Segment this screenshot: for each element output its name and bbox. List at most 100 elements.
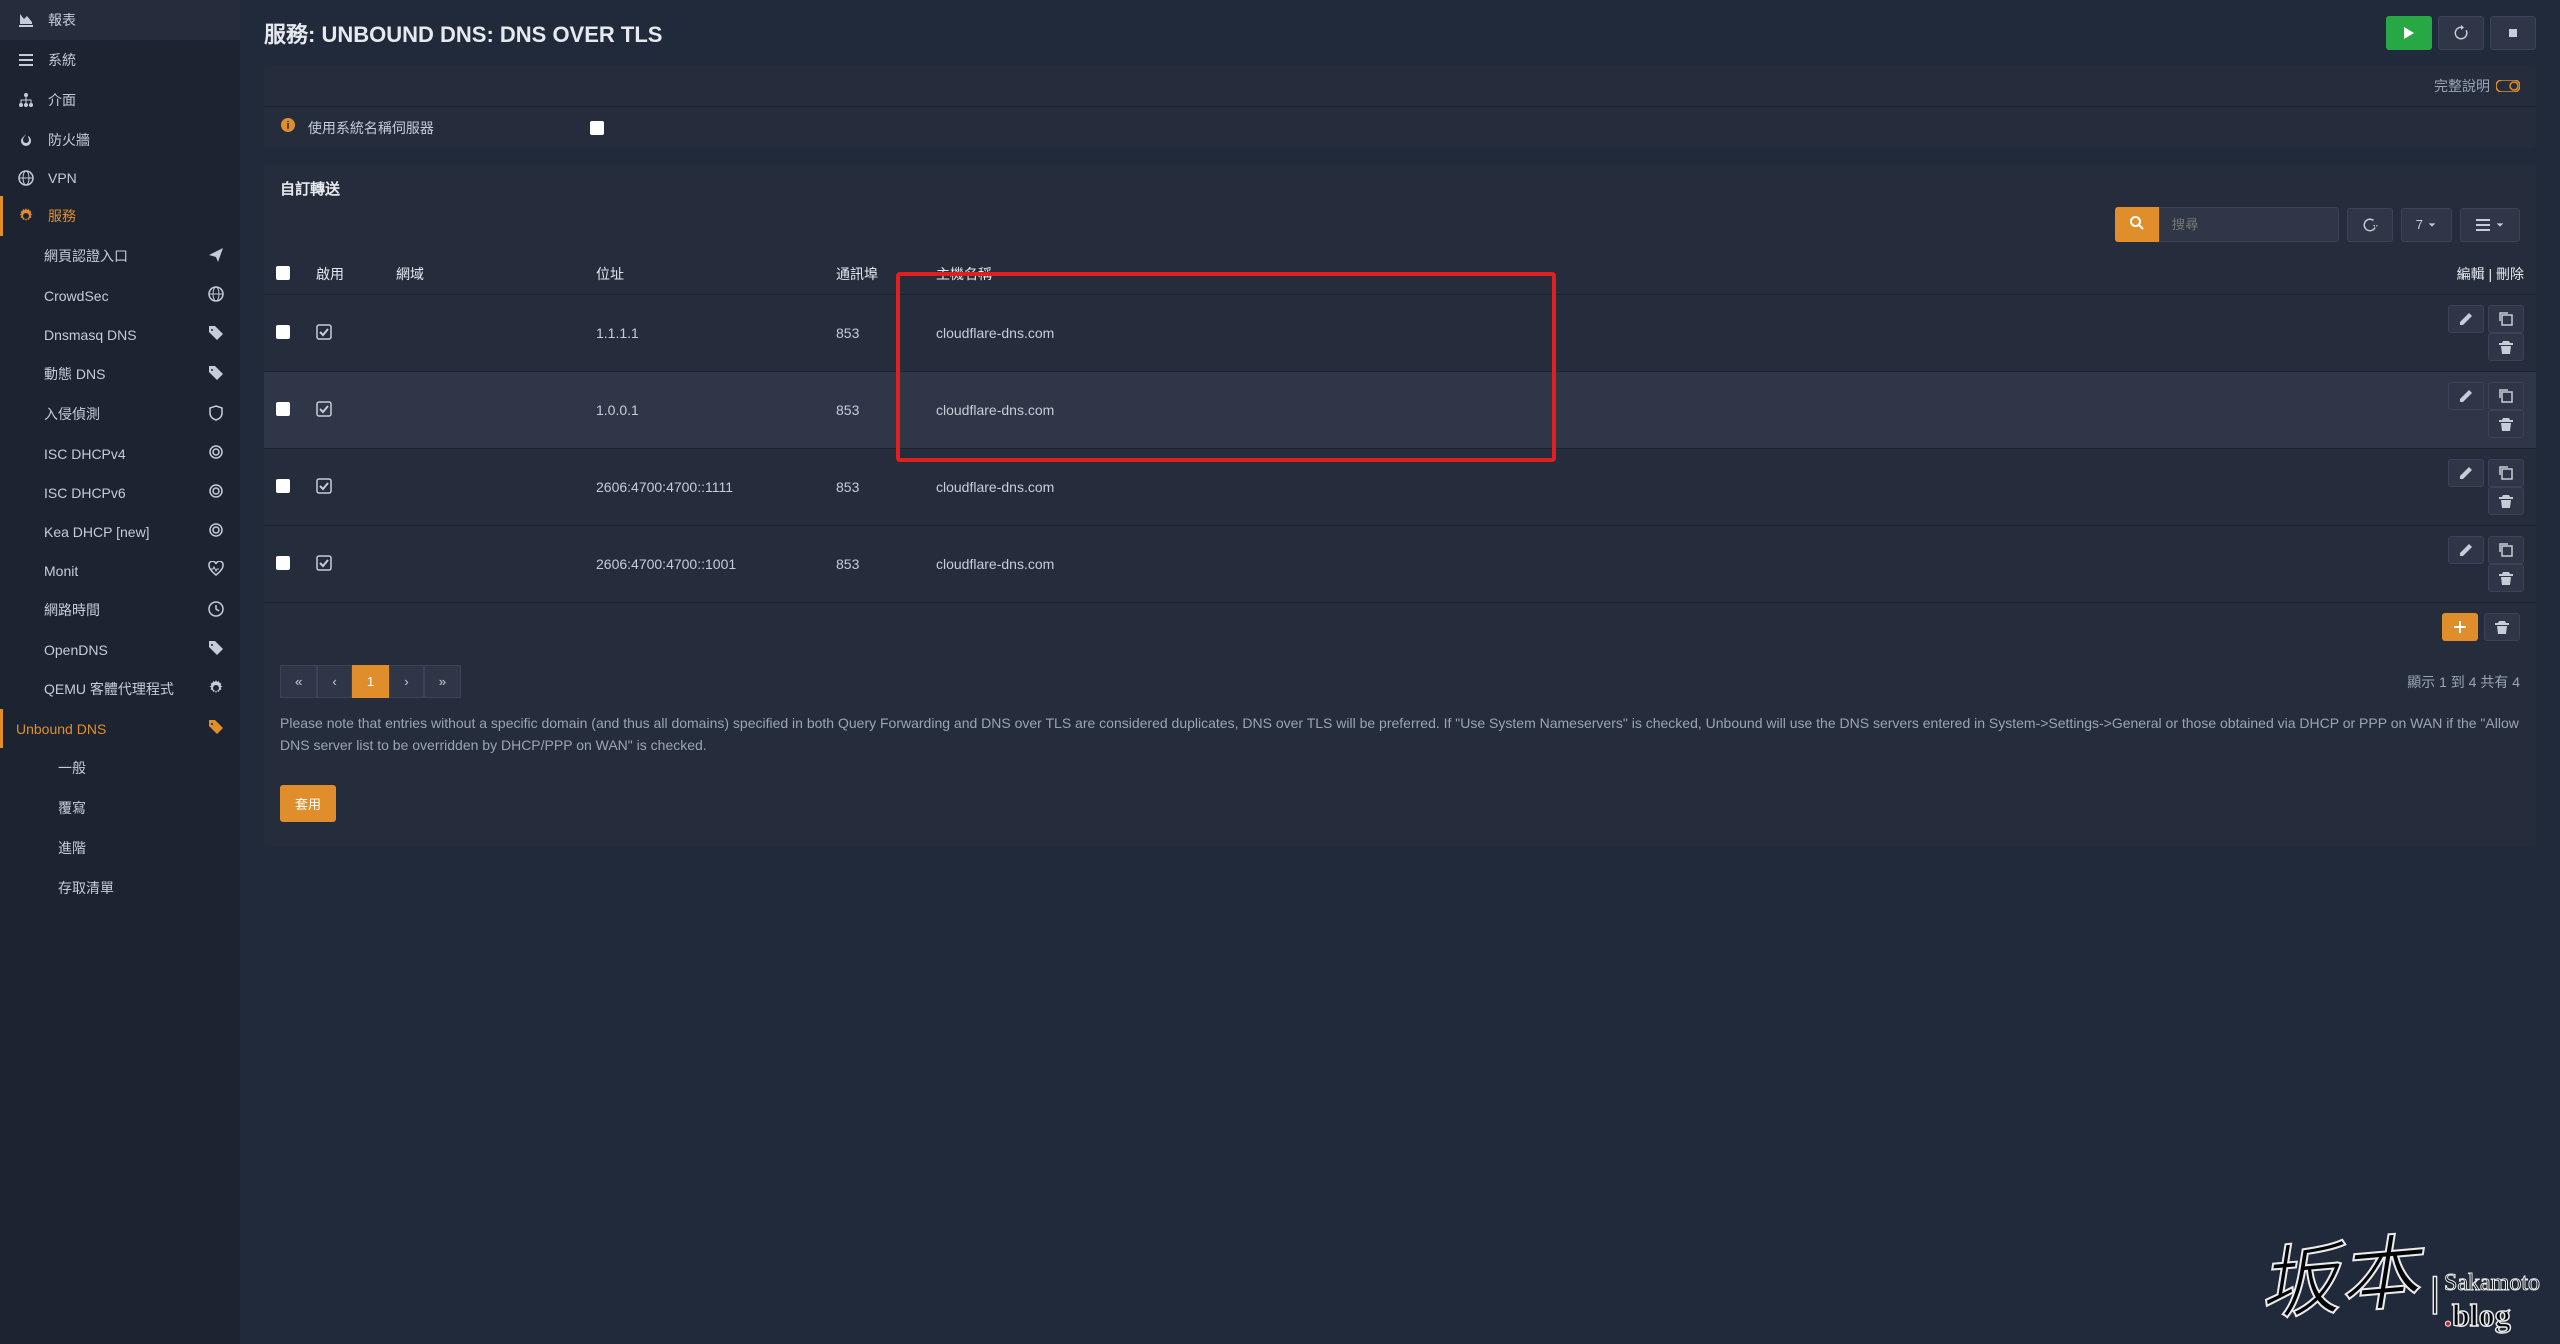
sidebar-sub-1[interactable]: CrowdSec [0, 276, 240, 315]
send-icon [208, 247, 224, 266]
sidebar-item-4[interactable]: VPN [0, 160, 240, 196]
sidebar-subsub-0[interactable]: 一般 [0, 748, 240, 788]
restart-button[interactable] [2438, 16, 2484, 50]
select-all-checkbox[interactable] [276, 266, 290, 280]
refresh-button[interactable] [2347, 208, 2393, 242]
chart-icon [16, 12, 36, 28]
forwarding-table: 啟用 網域 位址 通訊埠 主機名稱 編輯 | 刪除 1.1.1.1 853 cl… [264, 254, 2536, 603]
sidebar-item-1[interactable]: 系統 [0, 40, 240, 80]
th-port[interactable]: 通訊埠 [824, 254, 924, 295]
sidebar-item-0[interactable]: 報表 [0, 0, 240, 40]
sidebar-sub-10[interactable]: OpenDNS [0, 630, 240, 669]
table-row[interactable]: 2606:4700:4700::1001 853 cloudflare-dns.… [264, 526, 2536, 603]
clone-button[interactable] [2488, 536, 2524, 564]
page-first[interactable]: « [280, 665, 317, 698]
th-hostname[interactable]: 主機名稱 [924, 254, 2416, 295]
page-next[interactable]: › [389, 665, 423, 698]
check-icon [316, 558, 332, 574]
delete-button[interactable] [2488, 410, 2524, 438]
help-link[interactable]: 完整說明 [2434, 76, 2520, 96]
search-input[interactable] [2159, 207, 2339, 242]
row-checkbox[interactable] [276, 402, 290, 416]
clock-icon [208, 601, 224, 620]
info-icon[interactable]: i [280, 120, 296, 136]
main-content: 服務: UNBOUND DNS: DNS OVER TLS 完整說明 i 使用系… [240, 0, 2560, 1344]
layers-icon [16, 52, 36, 68]
search-button[interactable] [2115, 207, 2159, 242]
page-info: 顯示 1 到 4 共有 4 [2407, 672, 2520, 692]
gear-icon [16, 208, 36, 224]
delete-button[interactable] [2488, 333, 2524, 361]
table-row[interactable]: 1.1.1.1 853 cloudflare-dns.com [264, 295, 2536, 372]
sidebar-sub-12[interactable]: Unbound DNS [0, 709, 240, 748]
sidebar-sub-8[interactable]: Monit [0, 551, 240, 590]
edit-button[interactable] [2448, 536, 2484, 564]
sidebar-subsub-1[interactable]: 覆寫 [0, 788, 240, 828]
sidebar: 報表系統介面防火牆VPN服務 網頁認證入口CrowdSecDnsmasq DNS… [0, 0, 240, 1344]
sidebar-sub-4[interactable]: 入侵偵測 [0, 394, 240, 434]
globe-icon [16, 170, 36, 186]
sidebar-sub-9[interactable]: 網路時間 [0, 590, 240, 630]
sidebar-sub-11[interactable]: QEMU 客體代理程式 [0, 669, 240, 709]
shield-icon [208, 405, 224, 424]
sidebar-subsub-2[interactable]: 進階 [0, 828, 240, 868]
th-domain[interactable]: 網域 [384, 254, 584, 295]
gear-icon [208, 680, 224, 699]
stop-button[interactable] [2490, 16, 2536, 50]
page-prev[interactable]: ‹ [317, 665, 351, 698]
edit-button[interactable] [2448, 305, 2484, 333]
apply-button[interactable]: 套用 [280, 785, 336, 822]
note-text: Please note that entries without a speci… [264, 712, 2536, 771]
columns-button[interactable] [2460, 208, 2520, 242]
edit-button[interactable] [2448, 382, 2484, 410]
settings-panel: 完整說明 i 使用系統名稱伺服器 [264, 66, 2536, 148]
sidebar-subsub-3[interactable]: 存取清單 [0, 868, 240, 908]
target-icon [208, 483, 224, 502]
sidebar-sub-2[interactable]: Dnsmasq DNS [0, 315, 240, 354]
tag-icon [208, 640, 224, 659]
page-current[interactable]: 1 [352, 665, 389, 698]
heart-icon [208, 561, 224, 580]
clone-button[interactable] [2488, 305, 2524, 333]
add-button[interactable] [2442, 613, 2478, 641]
th-address[interactable]: 位址 [584, 254, 824, 295]
edit-button[interactable] [2448, 459, 2484, 487]
th-enabled[interactable]: 啟用 [304, 254, 384, 295]
sidebar-item-3[interactable]: 防火牆 [0, 120, 240, 160]
row-checkbox[interactable] [276, 556, 290, 570]
globe-icon [208, 286, 224, 305]
sitemap-icon [16, 92, 36, 108]
clone-button[interactable] [2488, 382, 2524, 410]
table-row[interactable]: 1.0.0.1 853 cloudflare-dns.com [264, 372, 2536, 449]
use-system-ns-label: 使用系統名稱伺服器 [308, 120, 434, 136]
start-button[interactable] [2386, 16, 2432, 50]
forwarding-panel: 自訂轉送 7 啟用 網域 位址 通訊埠 主機名稱 編輯 | 刪除 [264, 164, 2536, 846]
delete-button[interactable] [2488, 487, 2524, 515]
sidebar-sub-3[interactable]: 動態 DNS [0, 354, 240, 394]
tag-icon [208, 719, 224, 738]
page-last[interactable]: » [424, 665, 461, 698]
row-checkbox[interactable] [276, 325, 290, 339]
page-title: 服務: UNBOUND DNS: DNS OVER TLS [264, 17, 662, 49]
sidebar-sub-6[interactable]: ISC DHCPv6 [0, 473, 240, 512]
delete-selected-button[interactable] [2484, 613, 2520, 641]
sidebar-item-2[interactable]: 介面 [0, 80, 240, 120]
tag-icon [208, 325, 224, 344]
target-icon [208, 444, 224, 463]
check-icon [316, 404, 332, 420]
sidebar-sub-5[interactable]: ISC DHCPv4 [0, 434, 240, 473]
tag-icon [208, 365, 224, 384]
table-row[interactable]: 2606:4700:4700::1111 853 cloudflare-dns.… [264, 449, 2536, 526]
section-title: 自訂轉送 [264, 164, 2536, 207]
sidebar-sub-0[interactable]: 網頁認證入口 [0, 236, 240, 276]
use-system-ns-checkbox[interactable] [590, 121, 604, 135]
sidebar-item-5[interactable]: 服務 [0, 196, 240, 236]
sidebar-sub-7[interactable]: Kea DHCP [new] [0, 512, 240, 551]
row-checkbox[interactable] [276, 479, 290, 493]
check-icon [316, 327, 332, 343]
svg-text:i: i [286, 120, 289, 132]
page-size-select[interactable]: 7 [2401, 208, 2452, 242]
th-actions: 編輯 | 刪除 [2416, 254, 2536, 295]
delete-button[interactable] [2488, 564, 2524, 592]
clone-button[interactable] [2488, 459, 2524, 487]
